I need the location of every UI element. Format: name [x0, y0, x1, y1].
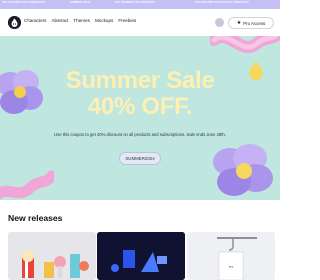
ticker-item: SUMMER SALE — [70, 1, 91, 4]
release-card[interactable]: ▪▪▪ — [187, 232, 275, 280]
new-releases-title: New releases — [8, 213, 63, 223]
neon-objects-image — [97, 232, 185, 280]
user-avatar[interactable] — [215, 18, 224, 27]
summer-sale-hero: Summer Sale 40% OFF. Use this coupon to … — [0, 36, 280, 200]
nav-links: Characters Abstract Themes Mockups Freeb… — [24, 18, 136, 23]
decorative-flower-shape — [213, 144, 273, 196]
hanging-bag-image: ▪▪▪ — [187, 232, 275, 280]
logo-icon[interactable] — [8, 16, 21, 29]
pro-access-button[interactable]: ★ Pro Access — [228, 17, 274, 29]
ticker-item: GET SUMMER 40% DISCOUNT — [115, 1, 156, 4]
hero-title: Summer Sale — [65, 67, 215, 94]
pro-access-label: Pro Access — [243, 20, 266, 26]
release-card[interactable] — [8, 232, 96, 280]
top-nav: Characters Abstract Themes Mockups Freeb… — [0, 9, 280, 36]
hero-discount: 40% OFF. — [87, 93, 193, 120]
hero-description: Use this coupon to get 40% discount on a… — [54, 132, 226, 137]
promo-ticker: 50% OFF PRO SALE PRODUCTS SUMMER SALE GE… — [0, 0, 280, 9]
nav-link-abstract[interactable]: Abstract — [51, 18, 68, 23]
coupon-code-button[interactable]: SUMMER2024 — [119, 152, 161, 165]
nav-link-themes[interactable]: Themes — [73, 18, 90, 23]
release-card[interactable] — [97, 232, 185, 280]
nav-link-mockups[interactable]: Mockups — [95, 18, 113, 23]
nav-link-characters[interactable]: Characters — [24, 18, 46, 23]
star-icon: ★ — [236, 20, 242, 26]
decorative-worm-shape — [0, 170, 54, 200]
ticker-item: 50% OFF PRO SALE PRODUCTS — [2, 1, 45, 4]
popcorn-scene-image — [8, 232, 96, 280]
ticker-item: 40% OFF PRO SALE ON ALL PRODUCTS — [195, 1, 249, 4]
svg-text:▪▪▪: ▪▪▪ — [229, 264, 234, 269]
nav-link-freebies[interactable]: Freebies — [118, 18, 136, 23]
